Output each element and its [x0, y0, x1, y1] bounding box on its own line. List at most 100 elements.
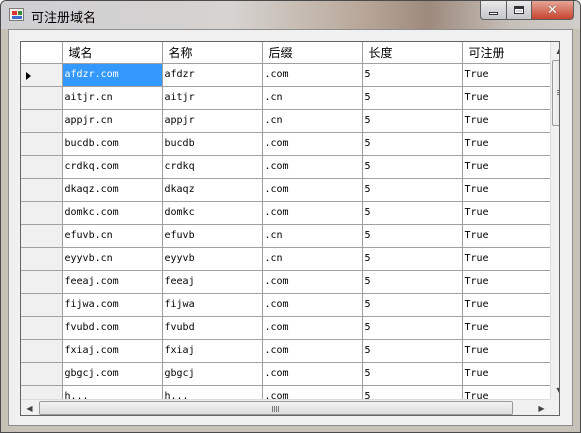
- row-header[interactable]: [21, 293, 63, 317]
- cell-domain[interactable]: efuvb.cn: [62, 224, 163, 248]
- cell-length[interactable]: 5: [362, 155, 463, 179]
- cell-suffix[interactable]: .com: [262, 63, 363, 87]
- cell-suffix[interactable]: .cn: [262, 109, 363, 133]
- table-row[interactable]: efuvb.cn efuvb .cn 5 True: [21, 224, 551, 248]
- cell-length[interactable]: 5: [362, 316, 463, 340]
- column-header-registrable[interactable]: 可注册: [462, 42, 551, 64]
- cell-name[interactable]: efuvb: [162, 224, 263, 248]
- cell-domain[interactable]: crdkq.com: [62, 155, 163, 179]
- table-row[interactable]: fvubd.com fvubd .com 5 True: [21, 316, 551, 340]
- cell-registrable[interactable]: True: [462, 63, 551, 87]
- app-icon[interactable]: [9, 8, 24, 21]
- cell-suffix[interactable]: .com: [262, 270, 363, 294]
- cell-length[interactable]: 5: [362, 201, 463, 225]
- table-row[interactable]: gbgcj.com gbgcj .com 5 True: [21, 362, 551, 386]
- cell-suffix[interactable]: .com: [262, 362, 363, 386]
- cell-name[interactable]: feeaj: [162, 270, 263, 294]
- cell-registrable[interactable]: True: [462, 178, 551, 202]
- cell-name[interactable]: crdkq: [162, 155, 263, 179]
- cell-length[interactable]: 5: [362, 109, 463, 133]
- table-row[interactable]: dkaqz.com dkaqz .com 5 True: [21, 178, 551, 202]
- cell-suffix[interactable]: .cn: [262, 224, 363, 248]
- cell-suffix[interactable]: .com: [262, 293, 363, 317]
- cell-suffix[interactable]: .com: [262, 132, 363, 156]
- cell-suffix[interactable]: .com: [262, 201, 363, 225]
- table-row[interactable]: fijwa.com fijwa .com 5 True: [21, 293, 551, 317]
- cell-registrable[interactable]: True: [462, 247, 551, 271]
- table-row[interactable]: bucdb.com bucdb .com 5 True: [21, 132, 551, 156]
- cell-length[interactable]: 5: [362, 178, 463, 202]
- cell-domain[interactable]: eyyvb.cn: [62, 247, 163, 271]
- cell-suffix[interactable]: .com: [262, 178, 363, 202]
- cell-name[interactable]: domkc: [162, 201, 263, 225]
- row-header[interactable]: [21, 109, 63, 133]
- row-header[interactable]: [21, 86, 63, 110]
- scroll-left-button[interactable]: ◀: [21, 400, 38, 415]
- maximize-button[interactable]: [506, 1, 531, 20]
- cell-length[interactable]: 5: [362, 63, 463, 87]
- scroll-up-button[interactable]: ▲: [551, 42, 559, 59]
- cell-domain[interactable]: fxiaj.com: [62, 339, 163, 363]
- cell-domain[interactable]: fvubd.com: [62, 316, 163, 340]
- table-row[interactable]: crdkq.com crdkq .com 5 True: [21, 155, 551, 179]
- cell-name[interactable]: eyyvb: [162, 247, 263, 271]
- cell-registrable[interactable]: True: [462, 224, 551, 248]
- cell-registrable[interactable]: True: [462, 132, 551, 156]
- row-header[interactable]: [21, 132, 63, 156]
- cell-length[interactable]: 5: [362, 132, 463, 156]
- cell-name[interactable]: fijwa: [162, 293, 263, 317]
- cell-length[interactable]: 5: [362, 293, 463, 317]
- cell-name[interactable]: bucdb: [162, 132, 263, 156]
- cell-registrable[interactable]: True: [462, 201, 551, 225]
- cell-domain[interactable]: gbgcj.com: [62, 362, 163, 386]
- cell-name[interactable]: gbgcj: [162, 362, 263, 386]
- column-header-length[interactable]: 长度: [362, 42, 463, 64]
- cell-length[interactable]: 5: [362, 86, 463, 110]
- row-header[interactable]: [21, 362, 63, 386]
- cell-name[interactable]: fxiaj: [162, 339, 263, 363]
- cell-length[interactable]: 5: [362, 339, 463, 363]
- cell-registrable[interactable]: True: [462, 362, 551, 386]
- cell-registrable[interactable]: True: [462, 155, 551, 179]
- cell-registrable[interactable]: True: [462, 270, 551, 294]
- row-header[interactable]: [21, 270, 63, 294]
- cell-length[interactable]: 5: [362, 224, 463, 248]
- cell-registrable[interactable]: True: [462, 316, 551, 340]
- close-button[interactable]: ✕: [531, 1, 574, 20]
- table-row[interactable]: feeaj.com feeaj .com 5 True: [21, 270, 551, 294]
- cell-domain[interactable]: dkaqz.com: [62, 178, 163, 202]
- cell-registrable[interactable]: True: [462, 86, 551, 110]
- table-row[interactable]: appjr.cn appjr .cn 5 True: [21, 109, 551, 133]
- vertical-scroll-thumb[interactable]: [552, 60, 559, 126]
- domain-grid[interactable]: 域名 名称 后缀 长度 可注册 afdzr.com afdzr .com 5 True a…: [20, 41, 560, 416]
- cell-suffix[interactable]: .cn: [262, 247, 363, 271]
- cell-name[interactable]: aitjr: [162, 86, 263, 110]
- table-row[interactable]: aitjr.cn aitjr .cn 5 True: [21, 86, 551, 110]
- horizontal-scrollbar[interactable]: ◀ ▶: [21, 399, 550, 415]
- cell-name[interactable]: fvubd: [162, 316, 263, 340]
- scroll-right-button[interactable]: ▶: [533, 400, 550, 415]
- cell-name[interactable]: dkaqz: [162, 178, 263, 202]
- table-row[interactable]: eyyvb.cn eyyvb .cn 5 True: [21, 247, 551, 271]
- row-header[interactable]: [21, 224, 63, 248]
- column-header-domain[interactable]: 域名: [62, 42, 163, 64]
- scroll-down-button[interactable]: ▼: [551, 382, 559, 399]
- vertical-scrollbar[interactable]: ▲ ▼: [550, 42, 559, 399]
- row-header[interactable]: [21, 201, 63, 225]
- row-header[interactable]: [21, 155, 63, 179]
- column-header-name[interactable]: 名称: [162, 42, 263, 64]
- table-row[interactable]: domkc.com domkc .com 5 True: [21, 201, 551, 225]
- cell-domain[interactable]: aitjr.cn: [62, 86, 163, 110]
- minimize-button[interactable]: [480, 1, 506, 20]
- cell-domain[interactable]: afdzr.com: [62, 63, 163, 87]
- cell-name[interactable]: appjr: [162, 109, 263, 133]
- row-header[interactable]: [21, 247, 63, 271]
- title-bar[interactable]: 可注册域名 ✕: [1, 1, 580, 29]
- cell-registrable[interactable]: True: [462, 109, 551, 133]
- cell-registrable[interactable]: True: [462, 293, 551, 317]
- row-header[interactable]: [21, 178, 63, 202]
- cell-suffix[interactable]: .com: [262, 316, 363, 340]
- cell-registrable[interactable]: True: [462, 339, 551, 363]
- corner-header[interactable]: [21, 42, 63, 64]
- cell-name[interactable]: afdzr: [162, 63, 263, 87]
